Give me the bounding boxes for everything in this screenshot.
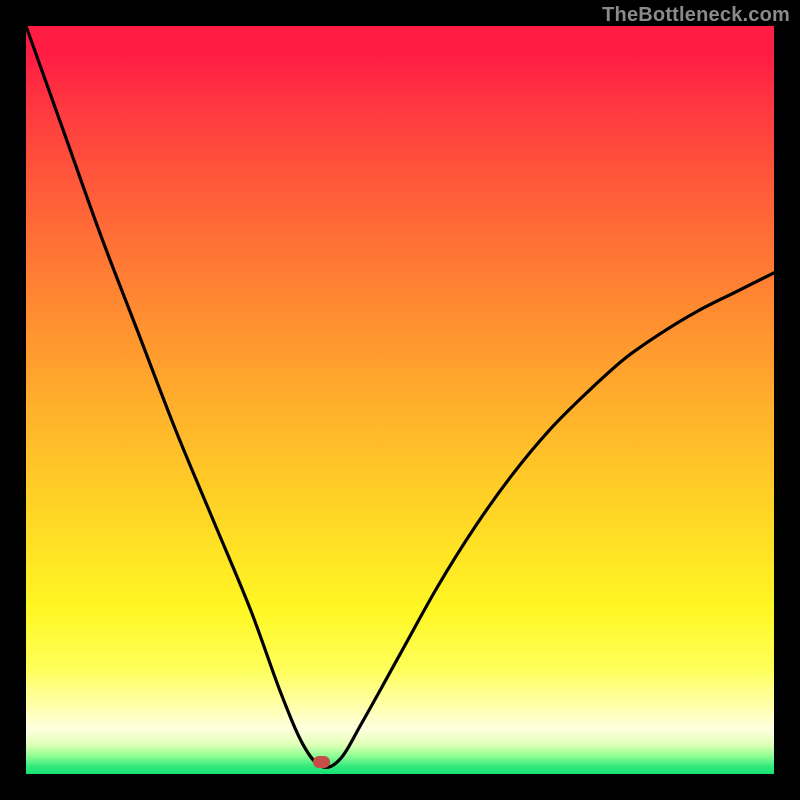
optimal-point-marker	[313, 756, 330, 768]
chart-frame: TheBottleneck.com	[0, 0, 800, 800]
plot-area	[26, 26, 774, 774]
watermark-text: TheBottleneck.com	[602, 4, 790, 27]
bottleneck-curve	[26, 26, 774, 774]
